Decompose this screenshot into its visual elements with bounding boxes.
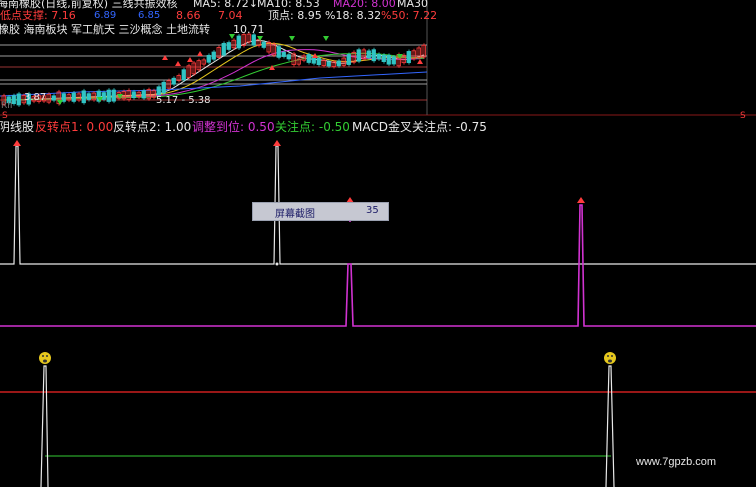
candle-body xyxy=(236,35,241,49)
pct50-value: %50: 7.22 xyxy=(381,9,438,22)
indicator-panel xyxy=(0,140,756,487)
candle-body xyxy=(171,77,176,85)
adjust-point: 调整到位: 0.50 xyxy=(192,120,275,134)
up-arrow xyxy=(197,51,203,56)
reversal-point-2: 反转点2: 1.00 xyxy=(113,120,192,134)
candle-body xyxy=(111,89,116,102)
candle-body xyxy=(346,54,351,65)
candle-body xyxy=(371,49,376,62)
candle-body xyxy=(286,54,291,60)
candle-body xyxy=(181,69,186,81)
candle-body xyxy=(86,93,91,100)
candle-body xyxy=(221,42,226,56)
candle-body xyxy=(81,90,86,104)
candle-body xyxy=(336,60,341,67)
candle-body xyxy=(326,61,331,67)
screenshot-tooltip[interactable]: 屏幕截图 35 xyxy=(252,202,389,221)
up-arrow xyxy=(187,57,193,62)
arrow-up-2 xyxy=(273,140,281,146)
reversal-point-1: 反转点1: 0.00 xyxy=(35,120,114,134)
candle-body xyxy=(376,54,381,60)
support-value-4: 7.04 xyxy=(218,9,243,22)
face-icon-left xyxy=(39,352,51,364)
attention-point: 关注点: -0.50 xyxy=(275,120,350,134)
candlesticks xyxy=(1,32,426,107)
support-value-1: 6.89 xyxy=(94,10,117,21)
attention-spike-right xyxy=(605,365,615,487)
candle-body xyxy=(316,57,321,66)
concept-tags: 橡胶 海南板块 军工航天 三沙概念 土地流转 xyxy=(0,23,210,36)
arrow-up-1 xyxy=(13,140,21,146)
tooltip-value: 35 xyxy=(366,205,379,216)
arrow-up-4 xyxy=(577,197,585,203)
up-arrow xyxy=(417,59,423,64)
candle-body xyxy=(386,54,391,65)
candle-body xyxy=(161,81,166,94)
candle-body xyxy=(306,54,311,63)
down-arrow xyxy=(323,36,329,41)
down-arrow xyxy=(57,100,63,105)
down-arrow xyxy=(289,36,295,41)
candle-body xyxy=(141,90,146,99)
candle-body xyxy=(276,46,281,58)
indicator-name: 阴线股 xyxy=(0,120,35,134)
candle-body xyxy=(51,95,56,101)
candle-body xyxy=(101,92,106,100)
candle-body xyxy=(251,34,256,46)
support-value-3: 8.66 xyxy=(176,9,201,22)
high-price-label: 10.71 xyxy=(233,23,265,36)
macd-attention-point: MACD金叉关注点: -0.75 xyxy=(352,120,487,134)
candle-body xyxy=(381,54,386,63)
moving-average-lines xyxy=(0,39,428,101)
chart-canvas xyxy=(0,0,756,487)
pct18-value: %18: 8.32 xyxy=(325,9,382,22)
candle-body xyxy=(71,92,76,102)
candle-body xyxy=(106,89,111,102)
watermark: www.7gpzb.com xyxy=(636,456,717,468)
support-label: 低点支撑: 7.16 xyxy=(0,9,76,22)
candle-body xyxy=(206,54,211,63)
candle-body xyxy=(131,91,136,99)
attention-spike-left xyxy=(40,365,49,487)
low-price-label: 3.87 xyxy=(24,92,47,103)
candle-body xyxy=(261,41,266,48)
candle-body xyxy=(406,51,411,64)
candle-body xyxy=(391,56,396,65)
support-value-2: 6.85 xyxy=(138,10,161,21)
candle-body xyxy=(366,50,371,59)
candle-body xyxy=(16,93,21,106)
small-dot xyxy=(275,262,279,266)
low-range-label: 5.17 - 5.38 xyxy=(156,95,211,106)
s-marker-right: S xyxy=(740,111,746,121)
top-label: 顶点: 8.95 xyxy=(268,9,322,22)
up-arrow xyxy=(175,61,181,66)
adjust-signal-line xyxy=(0,204,756,327)
face-icon-right xyxy=(604,352,616,364)
candle-body xyxy=(226,42,231,50)
tooltip-label: 屏幕截图 xyxy=(275,209,315,220)
candle-body xyxy=(211,51,216,60)
candle-body xyxy=(281,51,286,57)
candle-body xyxy=(356,49,361,62)
